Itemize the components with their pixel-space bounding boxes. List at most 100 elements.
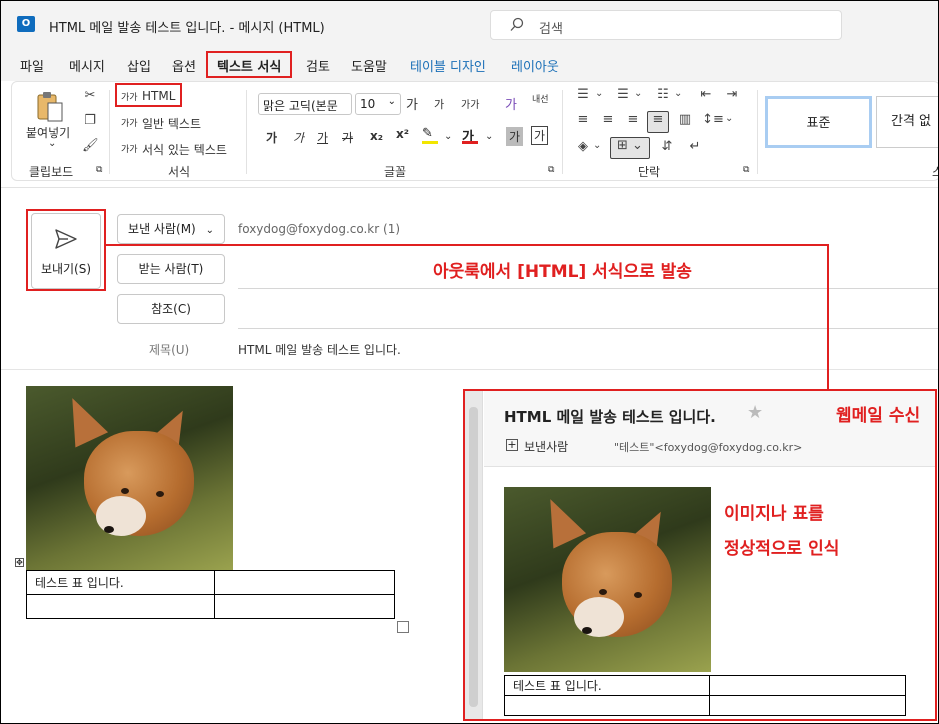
align-right-icon[interactable]: ≡ <box>622 112 644 127</box>
fox-image[interactable] <box>26 386 233 570</box>
chevron-down-icon[interactable]: ⌄ <box>725 113 733 124</box>
chevron-down-icon[interactable]: ⌄ <box>674 88 682 99</box>
table-cell[interactable]: 테스트 표 입니다. <box>26 570 215 595</box>
rich-sample-icon: 가가 <box>121 145 138 155</box>
align-left-icon[interactable]: ≡ <box>572 112 594 127</box>
copy-icon[interactable]: ❐ <box>82 113 98 128</box>
ribbon-tabs: 파일 메시지 삽입 옵션 텍스트 서식 검토 도움말 테이블 디자인 레이아웃 <box>1 47 938 81</box>
chevron-down-icon[interactable]: ⌄ <box>485 131 493 142</box>
tab-options[interactable]: 옵션 <box>172 56 196 75</box>
increase-indent-icon[interactable]: ⇥ <box>722 87 742 102</box>
table-cell[interactable] <box>214 594 395 619</box>
table-cell[interactable] <box>26 594 215 619</box>
style-no-spacing[interactable]: 간격 없 <box>876 96 938 148</box>
align-center-icon[interactable]: ≡ <box>597 112 619 127</box>
compose-table[interactable]: 테스트 표 입니다. <box>26 570 395 619</box>
clipboard-group-label: 클립보드 <box>29 165 74 179</box>
superscript-button[interactable]: x² <box>396 127 409 141</box>
to-button[interactable]: 받는 사람(T) <box>117 254 225 284</box>
clipboard-launcher-icon[interactable]: ⧉ <box>96 165 102 175</box>
table-row <box>26 594 395 619</box>
chevron-down-icon[interactable]: ⌄ <box>634 88 642 99</box>
subscript-button[interactable]: x₂ <box>370 129 383 143</box>
style-normal[interactable]: 표준 <box>765 96 872 148</box>
annotation-connector <box>827 244 829 390</box>
borders-icon[interactable]: ⊞ ⌄ <box>610 137 650 159</box>
webmail-table: 테스트 표 입니다. <box>504 675 906 716</box>
from-address: foxydog@foxydog.co.kr (1) <box>238 222 401 236</box>
annotation-recognize-line2: 정상적으로 인식 <box>724 539 840 559</box>
decrease-indent-icon[interactable]: ⇤ <box>696 87 716 102</box>
subject-input[interactable]: HTML 메일 발송 테스트 입니다. <box>238 341 401 358</box>
chevron-down-icon[interactable]: ⌄ <box>444 131 452 142</box>
to-field-underline[interactable] <box>238 288 938 289</box>
strikethrough-button[interactable]: 가 <box>342 129 353 146</box>
subject-label: 제목(U) <box>149 343 190 357</box>
tab-insert[interactable]: 삽입 <box>127 56 151 75</box>
font-launcher-icon[interactable]: ⧉ <box>548 165 554 175</box>
shrink-font-button[interactable]: 가 <box>434 96 444 112</box>
paste-dropdown-icon[interactable]: ⌄ <box>48 138 56 149</box>
paste-icon[interactable] <box>34 90 66 124</box>
bold-button[interactable]: 가 <box>266 129 277 146</box>
webmail-sender-address: "테스트"<foxydog@foxydog.co.kr> <box>614 441 803 454</box>
table-row: 테스트 표 입니다. <box>504 675 906 696</box>
font-color-button[interactable]: 가 <box>462 126 480 145</box>
star-icon[interactable]: ★ <box>747 402 763 423</box>
font-size-dropdown[interactable]: 10 ⌄ <box>355 93 401 115</box>
table-cell[interactable] <box>214 570 395 595</box>
from-button[interactable]: 보낸 사람(M) ⌄ <box>117 214 225 244</box>
tab-help[interactable]: 도움말 <box>351 56 387 75</box>
phonetic-guide-button[interactable]: 내선 <box>532 92 549 105</box>
highlight-color-button[interactable]: ✎ <box>422 126 440 144</box>
show-marks-icon[interactable]: ↵ <box>684 139 706 154</box>
shading-icon[interactable]: ◈ <box>572 139 594 154</box>
send-highlight-box <box>26 209 106 291</box>
grow-font-button[interactable]: 가 <box>406 94 418 113</box>
tab-layout[interactable]: 레이아웃 <box>511 56 559 75</box>
cc-button[interactable]: 참조(C) <box>117 294 225 324</box>
cc-field-underline[interactable] <box>238 328 938 329</box>
justify-icon[interactable]: ≡ <box>647 111 669 133</box>
sort-icon[interactable]: ⇵ <box>656 139 678 154</box>
expand-sender-icon[interactable]: + <box>506 439 518 451</box>
numbered-list-icon[interactable]: ☰ <box>612 87 634 102</box>
table-cell <box>709 675 906 696</box>
table-cell: 테스트 표 입니다. <box>504 675 710 696</box>
distribute-icon[interactable]: ▥ <box>674 112 696 127</box>
char-border-button[interactable]: 가 <box>531 126 549 145</box>
format-plain-button[interactable]: 일반 텍스트 <box>142 115 201 132</box>
chevron-down-icon[interactable]: ⌄ <box>595 88 603 99</box>
webmail-fox-image <box>504 487 711 672</box>
italic-button[interactable]: 가 <box>293 129 304 146</box>
tab-review[interactable]: 검토 <box>306 56 330 75</box>
char-shading-button[interactable]: 가 <box>506 127 524 146</box>
table-row <box>504 695 906 716</box>
table-resize-handle[interactable] <box>397 621 409 633</box>
webmail-preview: HTML 메일 발송 테스트 입니다. ★ + 보낸사람 "테스트"<foxyd… <box>463 389 937 721</box>
change-case-button[interactable]: 가가 <box>461 96 479 111</box>
bullet-list-icon[interactable]: ☰ <box>572 87 594 102</box>
table-move-handle[interactable]: ✥ <box>15 558 24 567</box>
cut-icon[interactable]: ✂ <box>82 88 98 103</box>
multilevel-list-icon[interactable]: ☷ <box>652 87 674 102</box>
clear-format-icon[interactable]: 가 <box>505 94 517 113</box>
tab-message[interactable]: 메시지 <box>69 56 105 75</box>
chevron-down-icon[interactable]: ⌄ <box>593 140 601 151</box>
header-body-divider <box>1 369 938 370</box>
tab-file[interactable]: 파일 <box>20 56 44 75</box>
format-painter-icon[interactable]: 🖌 <box>82 138 99 153</box>
underline-button[interactable]: 가 <box>317 129 328 146</box>
font-name-dropdown[interactable]: 맑은 고딕(본문 <box>258 93 352 115</box>
format-rich-button[interactable]: 서식 있는 텍스트 <box>142 141 227 158</box>
line-spacing-icon[interactable]: ↕≡ <box>702 112 724 127</box>
webmail-scrollbar[interactable] <box>465 391 483 719</box>
webmail-header: HTML 메일 발송 테스트 입니다. ★ + 보낸사람 "테스트"<foxyd… <box>484 391 935 467</box>
chevron-down-icon: ⌄ <box>205 225 214 236</box>
table-cell <box>709 695 906 716</box>
font-group-label: 글꼴 <box>384 165 407 179</box>
search-box[interactable]: 검색 <box>490 10 842 40</box>
tab-table-design[interactable]: 테이블 디자인 <box>410 56 486 75</box>
chevron-down-icon: ⌄ <box>387 96 396 107</box>
paragraph-launcher-icon[interactable]: ⧉ <box>743 165 749 175</box>
